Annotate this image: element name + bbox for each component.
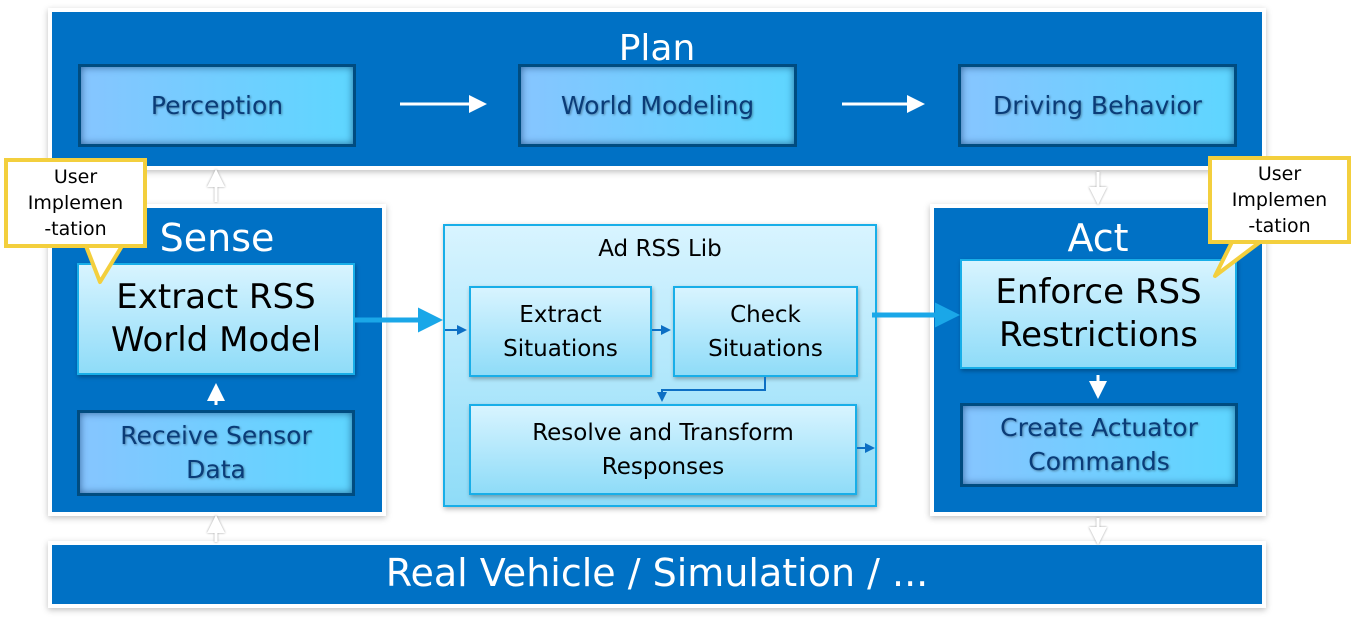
callout-right: User Implemen -tation xyxy=(1208,156,1351,244)
callout-left-tail xyxy=(84,244,124,284)
arrows-layer xyxy=(84,95,1262,545)
callout-right-tail xyxy=(1213,240,1262,278)
arrow-check-to-resolve xyxy=(657,377,766,402)
callout-left: User Implemen -tation xyxy=(4,158,147,248)
